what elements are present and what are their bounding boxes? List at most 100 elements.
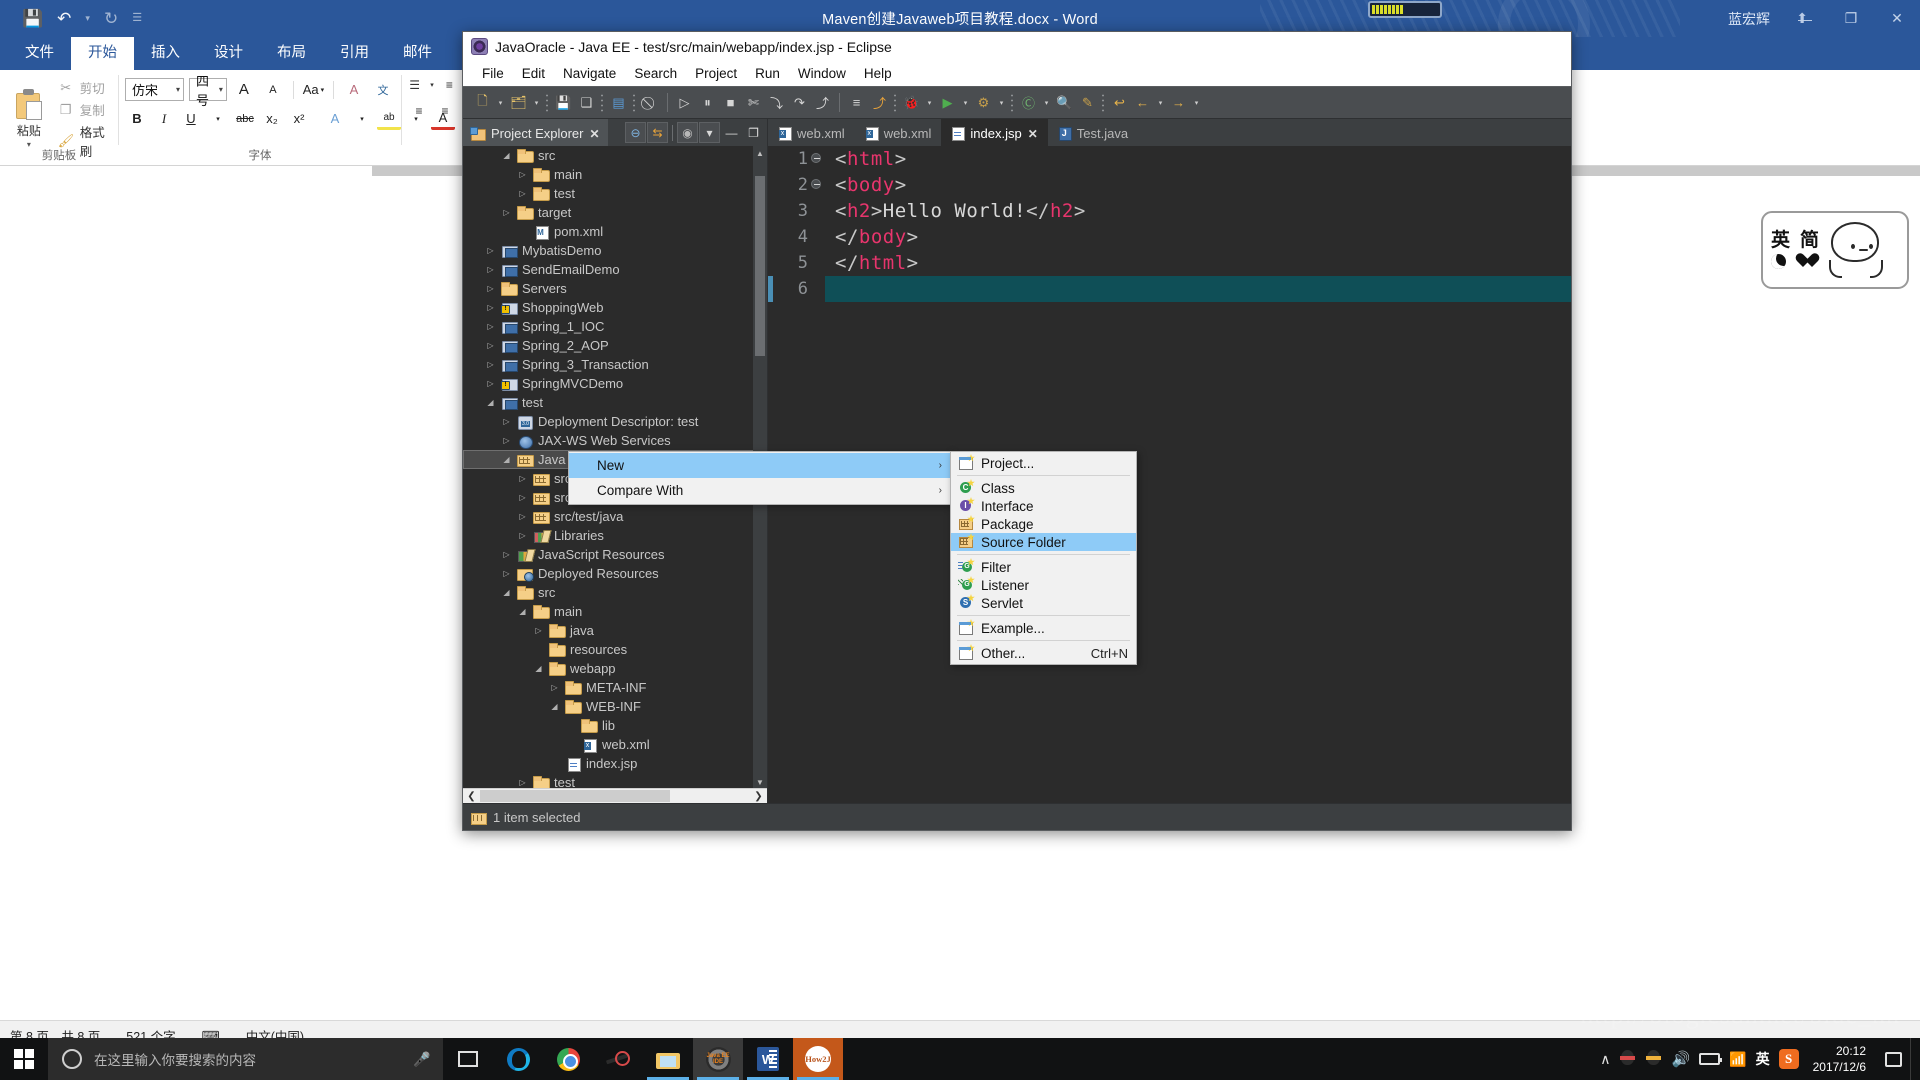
context-menu-item-compare-with[interactable]: Compare With › <box>569 478 950 503</box>
chevron-down-icon[interactable]: ▾ <box>321 86 325 94</box>
close-icon[interactable]: ✕ <box>589 127 599 141</box>
editor-tab-index-jsp[interactable]: index.jsp ✕ <box>941 119 1048 146</box>
tree-item[interactable]: ▷ Libraries <box>463 526 753 545</box>
tree-item[interactable]: resources <box>463 640 753 659</box>
chevron-down-icon[interactable]: ▾ <box>425 75 438 95</box>
tree-item[interactable]: ▷ target <box>463 203 753 222</box>
word-user-name[interactable]: 蓝宏辉 <box>1728 9 1770 29</box>
sogou-pinyin-icon[interactable]: S <box>1778 1049 1799 1069</box>
qq-icon[interactable] <box>1619 1049 1636 1069</box>
toolbar-handle-5[interactable] <box>1010 93 1015 112</box>
expand-arrow-closed-icon[interactable]: ▷ <box>501 550 512 559</box>
moon-icon[interactable] <box>1771 254 1786 269</box>
tree-item[interactable]: ▷ src/test/java <box>463 507 753 526</box>
superscript-button[interactable]: x² <box>287 107 311 130</box>
submenu-item-source-folder[interactable]: Source Folder <box>951 533 1136 551</box>
debug-icon[interactable]: 🐞 <box>900 91 923 114</box>
taskbar-clock[interactable]: 20:12 2017/12/6 <box>1807 1043 1876 1075</box>
show-hidden-icons-button[interactable]: ∧ <box>1600 1051 1610 1068</box>
microphone-icon[interactable]: 🎤 <box>413 1051 430 1068</box>
external-tools-dropdown-icon[interactable]: ▾ <box>995 99 1008 107</box>
expand-arrow-closed-icon[interactable]: ▷ <box>517 493 528 502</box>
menu-navigate[interactable]: Navigate <box>554 61 625 86</box>
submenu-item-example[interactable]: Example... <box>951 619 1136 637</box>
expand-arrow-open-icon[interactable]: ◢ <box>485 398 496 407</box>
view-menu-icon[interactable]: ▾ <box>699 122 720 143</box>
new-java-project-dropdown-icon[interactable]: ▾ <box>530 99 543 107</box>
horizontal-scroll-track[interactable] <box>480 789 750 803</box>
tree-item[interactable]: ▷ test <box>463 184 753 203</box>
tree-item[interactable]: ▷ Spring_3_Transaction <box>463 355 753 374</box>
submenu-item-filter[interactable]: Filter <box>951 558 1136 576</box>
expand-arrow-closed-icon[interactable]: ▷ <box>517 189 528 198</box>
expand-arrow-open-icon[interactable]: ◢ <box>549 702 560 711</box>
tree-horizontal-scrollbar[interactable]: ❮ ❯ <box>463 788 767 803</box>
tree-item[interactable]: ▷ JavaScript Resources <box>463 545 753 564</box>
tree-item[interactable]: ▷ META-INF <box>463 678 753 697</box>
taskbar-app-chrome[interactable] <box>543 1038 593 1080</box>
expand-arrow-closed-icon[interactable]: ▷ <box>485 284 496 293</box>
expand-arrow-closed-icon[interactable]: ▷ <box>517 170 528 179</box>
tab-references[interactable]: 引用 <box>323 37 386 70</box>
toggle-mark-occurrences-icon[interactable]: ⤴ <box>868 91 891 114</box>
scroll-left-icon[interactable]: ❮ <box>463 791 480 802</box>
font-size-input[interactable]: 四号 ▾ <box>189 74 227 108</box>
new-wizard-dropdown-icon[interactable]: ▾ <box>494 99 507 107</box>
ime-indicator[interactable]: 英 简 <box>1761 211 1909 289</box>
tree-item[interactable]: ▷ Deployed Resources <box>463 564 753 583</box>
expand-arrow-closed-icon[interactable]: ▷ <box>485 265 496 274</box>
expand-arrow-closed-icon[interactable]: ▷ <box>549 683 560 692</box>
tree-item[interactable]: web.xml <box>463 735 753 754</box>
expand-arrow-open-icon[interactable]: ◢ <box>501 588 512 597</box>
save-all-icon[interactable]: ❑ <box>575 91 598 114</box>
chevron-down-icon[interactable]: ▾ <box>206 107 230 130</box>
menu-file[interactable]: File <box>473 61 513 86</box>
chevron-down-icon[interactable]: ▾ <box>350 107 374 130</box>
open-task-icon[interactable]: ▤ <box>607 91 630 114</box>
editor-tab-Test-java[interactable]: Test.java <box>1048 119 1138 146</box>
italic-button[interactable]: I <box>152 107 176 130</box>
text-effects-button[interactable]: A <box>323 107 347 130</box>
numbering-button[interactable]: ≡ <box>443 75 456 95</box>
bullets-button[interactable]: ☰ <box>408 75 421 95</box>
tab-mailings[interactable]: 邮件 <box>386 37 449 70</box>
close-button[interactable]: ✕ <box>1874 0 1920 37</box>
taskbar-app-eclipse[interactable]: Java EE IDE <box>693 1038 743 1080</box>
chevron-down-icon[interactable]: ▾ <box>219 85 223 94</box>
save-icon[interactable]: 💾 <box>552 91 575 114</box>
step-return-icon[interactable]: ⤴ <box>811 91 834 114</box>
expand-arrow-closed-icon[interactable]: ▷ <box>485 322 496 331</box>
network-icon[interactable]: 📶 <box>1729 1051 1746 1068</box>
tab-project-explorer[interactable]: Project Explorer ✕ <box>463 119 608 146</box>
expand-arrow-closed-icon[interactable]: ▷ <box>485 341 496 350</box>
run-icon[interactable]: ▶ <box>936 91 959 114</box>
open-type-icon[interactable]: 🔍 <box>1053 91 1076 114</box>
subscript-button[interactable]: x₂ <box>260 107 284 130</box>
code-line[interactable]: 5 </html> <box>768 250 1571 276</box>
toolbar-handle-1[interactable] <box>545 93 550 112</box>
taskbar-app-how2j[interactable]: How2J <box>793 1038 843 1080</box>
expand-arrow-closed-icon[interactable]: ▷ <box>517 512 528 521</box>
grow-font-button[interactable]: A <box>232 78 256 101</box>
code-line[interactable]: 4 </body> <box>768 224 1571 250</box>
tab-home[interactable]: 开始 <box>71 37 134 70</box>
submenu-item-other[interactable]: Other... Ctrl+N <box>951 644 1136 662</box>
taskbar-app-word[interactable] <box>743 1038 793 1080</box>
change-case-button[interactable]: Aa ▾ <box>301 78 325 101</box>
tree-item[interactable]: pom.xml <box>463 222 753 241</box>
tree-item[interactable]: ▷ Spring_1_IOC <box>463 317 753 336</box>
tree-item[interactable]: ▷ test <box>463 773 753 789</box>
editor-tab-web-xml[interactable]: web.xml <box>855 119 942 146</box>
close-icon[interactable]: ✕ <box>1028 127 1038 141</box>
step-over-icon[interactable]: ↷ <box>788 91 811 114</box>
run-external-tools-icon[interactable]: ⚙ <box>972 91 995 114</box>
expand-arrow-closed-icon[interactable]: ▷ <box>501 436 512 445</box>
tree-item[interactable]: ◢ WEB-INF <box>463 697 753 716</box>
tree-item[interactable]: ▷ JAX-WS Web Services <box>463 431 753 450</box>
menu-run[interactable]: Run <box>746 61 789 86</box>
new-wizard-icon[interactable]: 🗋 <box>471 91 494 114</box>
tree-item[interactable]: ▷ Deployment Descriptor: test <box>463 412 753 431</box>
cut-button[interactable]: ✂ 剪切 <box>58 78 110 97</box>
phonetic-guide-button[interactable]: 文 <box>371 78 395 101</box>
expand-arrow-closed-icon[interactable]: ▷ <box>501 569 512 578</box>
